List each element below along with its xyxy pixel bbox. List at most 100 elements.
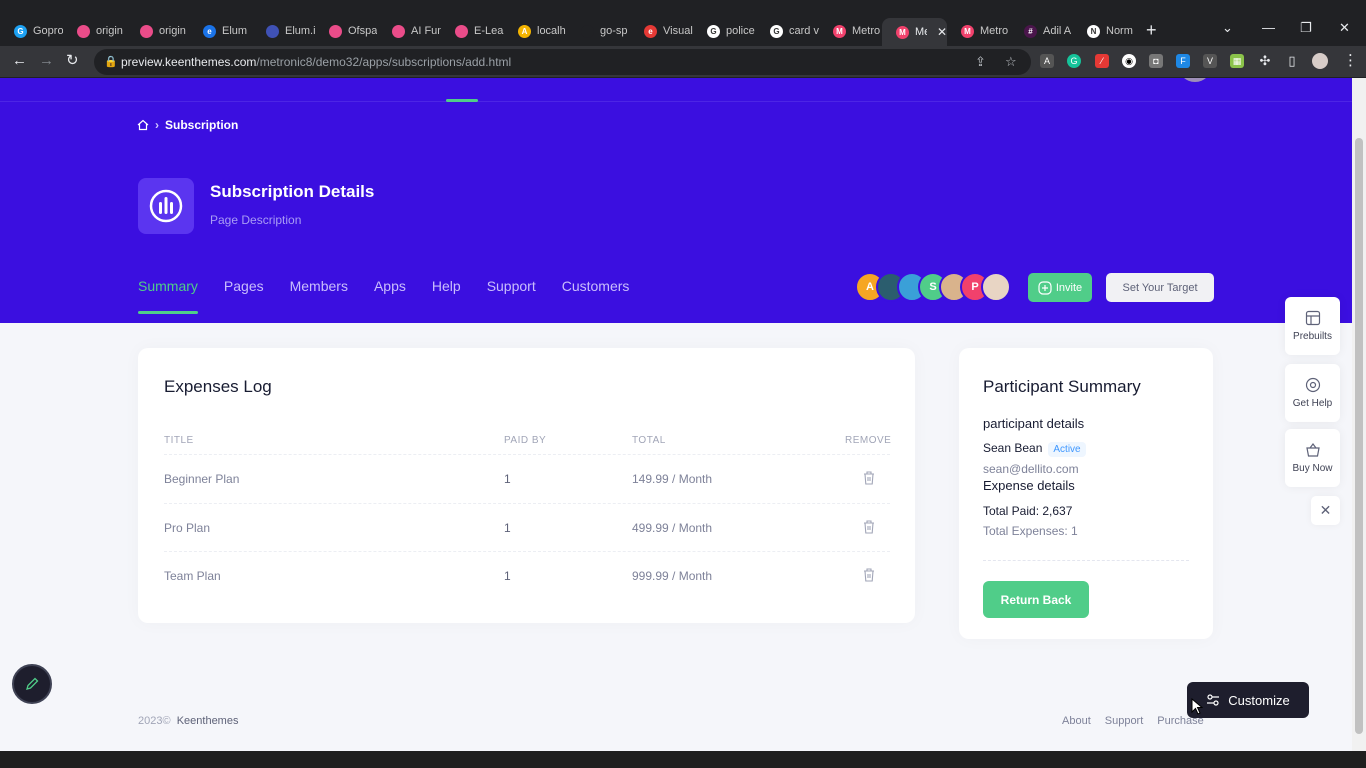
browser-tab[interactable]: E-Lear xyxy=(441,20,504,42)
browser-tab[interactable]: Gcard v xyxy=(756,20,819,42)
footer-year: 2023© xyxy=(138,715,171,727)
tab-favicon-icon: A xyxy=(518,24,531,38)
footer-links: About Support Purchase xyxy=(1062,715,1204,727)
prebuilts-button[interactable]: Prebuilts xyxy=(1285,297,1340,355)
browser-tab[interactable]: # Adil A xyxy=(1010,20,1073,42)
close-panel-icon[interactable]: ✕ xyxy=(1311,496,1340,525)
browser-tab[interactable]: go-sp xyxy=(567,20,630,42)
get-help-button[interactable]: Get Help xyxy=(1285,364,1340,422)
tab-apps[interactable]: Apps xyxy=(374,278,406,294)
extension-icon[interactable]: ▦ xyxy=(1230,54,1244,68)
minimize-icon[interactable]: — xyxy=(1262,20,1275,35)
trash-icon[interactable] xyxy=(862,567,876,583)
customize-button[interactable]: Customize xyxy=(1187,682,1309,718)
reload-icon[interactable]: ↻ xyxy=(66,52,79,70)
extension-icon[interactable]: ◉ xyxy=(1122,54,1136,68)
tab-label: Elum xyxy=(222,25,248,37)
tab-help[interactable]: Help xyxy=(432,278,461,294)
browser-tab-strip: + ⌄ — ❐ ✕ G Gopro origin origin e Elum Elum.i O… xyxy=(0,0,1366,46)
browser-tab[interactable]: AI Fun xyxy=(378,20,441,42)
page-tabs: Summary Pages Members Apps Help Support Custom… xyxy=(138,278,655,314)
participant-email: sean@dellito.com xyxy=(983,462,1079,476)
invite-label: Invite xyxy=(1055,281,1083,294)
extension-icon[interactable]: F xyxy=(1176,54,1190,68)
scrollbar-thumb[interactable] xyxy=(1355,138,1363,734)
expense-title: Beginner Plan xyxy=(164,472,240,486)
expense-paid-by: 1 xyxy=(504,520,511,535)
buy-now-button[interactable]: Buy Now xyxy=(1285,429,1340,487)
expense-total: 999.99 / Month xyxy=(632,569,713,583)
address-bar[interactable]: 🔒 preview.keenthemes.com/metronic8/demo3… xyxy=(94,49,1031,75)
breadcrumb-current: Subscription xyxy=(165,118,239,132)
column-header-paid-by: PAID BY xyxy=(504,435,547,446)
expense-details-heading: Expense details xyxy=(983,478,1075,493)
tab-favicon-icon: M xyxy=(961,24,974,38)
camera-icon[interactable]: ◘ xyxy=(1149,54,1163,68)
tab-customers[interactable]: Customers xyxy=(562,278,630,294)
maximize-icon[interactable]: ❐ xyxy=(1300,20,1312,36)
tab-summary[interactable]: Summary xyxy=(138,278,198,314)
share-icon[interactable]: ⇪ xyxy=(975,54,986,70)
browser-toolbar: ← → ↻ 🔒 preview.keenthemes.com/metronic8… xyxy=(0,46,1366,78)
browser-tab[interactable]: Gpolice xyxy=(693,20,756,42)
expense-total: 499.99 / Month xyxy=(632,520,713,535)
footer-brand-link[interactable]: Keenthemes xyxy=(177,715,239,727)
extension-icon[interactable]: V xyxy=(1203,54,1217,68)
tab-members[interactable]: Members xyxy=(290,278,348,294)
home-icon[interactable] xyxy=(137,119,149,131)
close-window-icon[interactable]: ✕ xyxy=(1339,20,1350,36)
browser-tab[interactable]: origin xyxy=(63,20,126,42)
browser-tab[interactable]: e Elum xyxy=(189,20,252,42)
page-logo xyxy=(138,178,194,234)
forward-arrow-icon[interactable]: → xyxy=(39,52,54,70)
browser-tab[interactable]: Alocalh xyxy=(504,20,567,42)
back-arrow-icon[interactable]: ← xyxy=(12,52,27,70)
extension-icon[interactable]: ⁄ xyxy=(1095,54,1109,68)
expense-total: 149.99 / Month xyxy=(632,472,713,486)
browser-tab[interactable]: Elum.i xyxy=(252,20,315,42)
edit-fab-button[interactable] xyxy=(12,664,52,704)
side-panel-icon[interactable]: ▯ xyxy=(1285,53,1299,68)
extension-icon[interactable]: A xyxy=(1040,54,1054,68)
bookmark-star-icon[interactable]: ☆ xyxy=(1005,54,1017,70)
new-tab-button[interactable]: + xyxy=(1146,20,1157,40)
browser-tab[interactable]: Ofspa xyxy=(315,20,378,42)
browser-tab[interactable]: origin xyxy=(126,20,189,42)
avatar[interactable] xyxy=(981,272,1011,302)
tab-pages[interactable]: Pages xyxy=(224,278,264,294)
browser-tab[interactable]: M Metro xyxy=(819,20,882,42)
invite-button[interactable]: Invite xyxy=(1028,273,1092,302)
profile-avatar[interactable] xyxy=(1312,53,1328,69)
menu-kebab-icon[interactable]: ⋮ xyxy=(1343,52,1358,70)
tab-label: localh xyxy=(537,25,566,37)
trash-icon[interactable] xyxy=(862,519,876,535)
buy-now-label: Buy Now xyxy=(1292,463,1333,474)
chevron-right-icon: › xyxy=(155,118,159,132)
tab-support[interactable]: Support xyxy=(487,278,536,294)
user-avatar[interactable] xyxy=(1178,78,1212,82)
set-target-button[interactable]: Set Your Target xyxy=(1106,273,1214,302)
header-hero: › Subscription Subscription Details Page… xyxy=(0,78,1352,323)
browser-tab[interactable]: M Metro xyxy=(947,20,1010,42)
puzzle-icon[interactable]: ✣ xyxy=(1258,53,1272,68)
browser-tab[interactable]: G Gopro xyxy=(0,20,63,42)
participant-name-row: Sean Bean Active xyxy=(983,441,1086,457)
close-tab-icon[interactable]: ✕ xyxy=(937,25,947,39)
browser-tab[interactable]: M Me ✕ xyxy=(882,18,947,46)
return-back-button[interactable]: Return Back xyxy=(983,581,1089,618)
tab-favicon-icon: N xyxy=(1087,24,1100,38)
trash-icon[interactable] xyxy=(862,470,876,486)
browser-tab[interactable]: N Norm xyxy=(1073,20,1136,42)
page-scrollbar[interactable] xyxy=(1352,78,1366,751)
footer-link-support[interactable]: Support xyxy=(1105,715,1144,727)
status-badge: Active xyxy=(1048,442,1086,457)
browser-tab[interactable]: e Visual xyxy=(630,20,693,42)
tab-search-icon[interactable]: ⌄ xyxy=(1222,20,1233,36)
column-header-total: TOTAL xyxy=(632,435,666,446)
avatar-group: ASP xyxy=(855,272,1011,302)
footer-link-about[interactable]: About xyxy=(1062,715,1091,727)
page-title: Subscription Details xyxy=(210,182,375,201)
os-taskbar xyxy=(0,751,1366,768)
grammarly-icon[interactable]: G xyxy=(1067,54,1081,68)
tab-label: Me xyxy=(915,26,927,38)
